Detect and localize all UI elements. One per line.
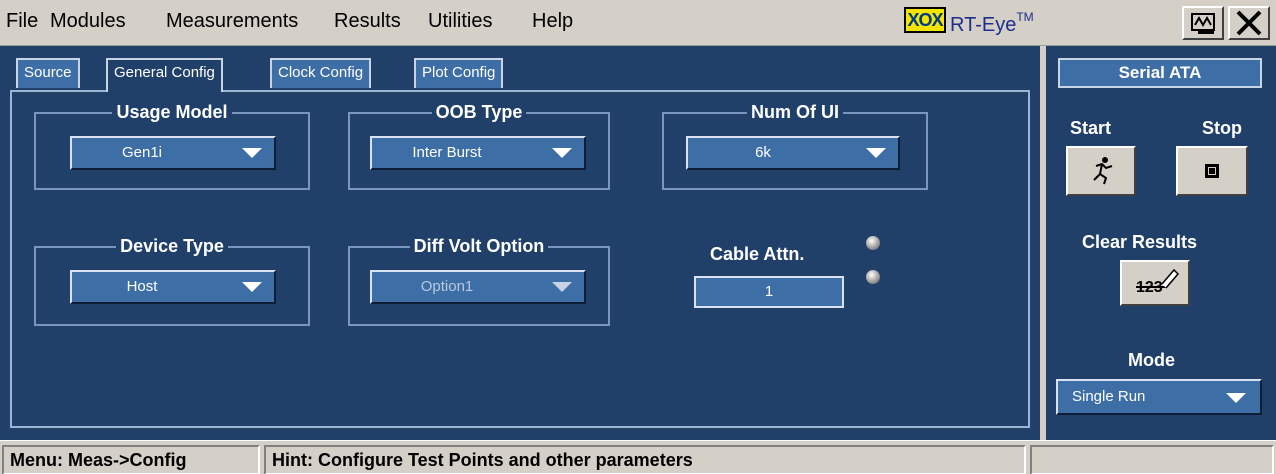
menu-measurements[interactable]: Measurements	[166, 10, 298, 33]
app-logo: XOX	[904, 7, 946, 33]
diff-volt-label: Diff Volt Option	[409, 236, 549, 256]
start-button[interactable]	[1066, 146, 1136, 196]
close-icon	[1236, 10, 1262, 36]
device-type-dropdown[interactable]: Host	[70, 270, 276, 304]
chevron-down-icon	[552, 148, 572, 158]
menu-utilities[interactable]: Utilities	[428, 10, 492, 33]
tab-source[interactable]: Source	[16, 58, 80, 88]
cable-attn-label: Cable Attn.	[710, 244, 805, 264]
oob-type-dropdown[interactable]: Inter Burst	[370, 136, 586, 170]
mode-label: Mode	[1128, 350, 1175, 370]
diff-volt-group: Diff Volt Option Option1	[348, 236, 610, 326]
menu-bar: File Modules Measurements Results Utilit…	[0, 0, 1276, 46]
stop-label: Stop	[1202, 118, 1242, 138]
num-ui-label: Num Of UI	[747, 102, 843, 122]
status-hint: Hint: Configure Test Points and other pa…	[264, 445, 1026, 474]
stop-button[interactable]	[1176, 146, 1248, 196]
usage-model-group: Usage Model Gen1i	[34, 102, 310, 190]
status-menu-path: Menu: Meas->Config	[2, 445, 260, 474]
chevron-down-icon	[242, 282, 262, 292]
usage-model-label: Usage Model	[112, 102, 232, 122]
tab-plot-config[interactable]: Plot Config	[414, 58, 504, 88]
app-title: RT-EyeTM	[950, 10, 1034, 36]
standard-title: Serial ATA	[1058, 58, 1262, 88]
status-extra	[1030, 445, 1274, 474]
device-type-label: Device Type	[116, 236, 228, 256]
usage-model-dropdown[interactable]: Gen1i	[70, 136, 276, 170]
chevron-down-icon	[1226, 393, 1246, 403]
clear-results-label: Clear Results	[1082, 232, 1198, 252]
device-type-group: Device Type Host	[34, 236, 310, 326]
close-button[interactable]	[1228, 6, 1270, 40]
tab-clock-config[interactable]: Clock Config	[270, 58, 372, 88]
minimize-button[interactable]	[1182, 6, 1224, 40]
menu-file[interactable]: File	[6, 10, 38, 33]
running-man-icon	[1093, 157, 1113, 185]
num-ui-dropdown[interactable]: 6k	[686, 136, 900, 170]
chevron-down-icon	[242, 148, 262, 158]
cable-attn-input[interactable]: 1	[694, 276, 844, 308]
diff-volt-dropdown[interactable]: Option1	[370, 270, 586, 304]
clear-results-button[interactable]: 123	[1120, 260, 1190, 306]
tab-general-config[interactable]: General Config	[106, 58, 223, 92]
spin-up-knob[interactable]	[866, 236, 880, 250]
control-panel: Serial ATA Start Stop Clear Results 123 …	[1040, 46, 1276, 440]
num-ui-group: Num Of UI 6k	[662, 102, 928, 190]
start-label: Start	[1070, 118, 1112, 138]
spin-down-knob[interactable]	[866, 270, 880, 284]
general-config-content: Usage Model Gen1i OOB Type Inter Burst N…	[10, 90, 1030, 428]
chevron-down-icon	[552, 282, 572, 292]
waveform-icon	[1191, 13, 1215, 34]
menu-modules[interactable]: Modules	[50, 10, 126, 33]
chevron-down-icon	[866, 148, 886, 158]
status-bar: Menu: Meas->Config Hint: Configure Test …	[0, 440, 1276, 474]
oob-type-label: OOB Type	[431, 102, 527, 122]
mode-dropdown[interactable]: Single Run	[1056, 379, 1262, 415]
stop-square-icon	[1205, 164, 1219, 178]
config-panel: Source General Config Clock Config Plot …	[0, 46, 1040, 440]
menu-help[interactable]: Help	[532, 10, 573, 33]
menu-results[interactable]: Results	[334, 10, 401, 33]
oob-type-group: OOB Type Inter Burst	[348, 102, 610, 190]
eraser-icon: 123	[1136, 268, 1180, 296]
